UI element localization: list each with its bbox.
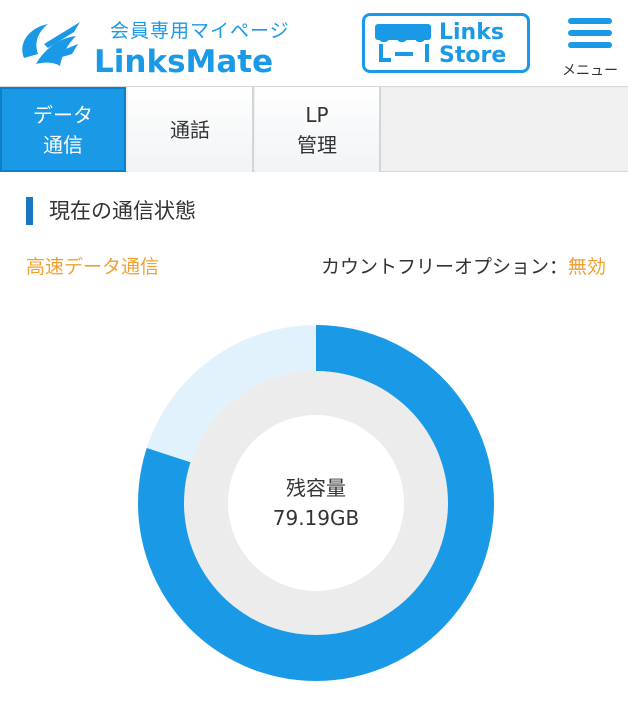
tab-lp-label-2: 管理 (297, 132, 337, 157)
remaining-value: 79.19GB (272, 506, 360, 530)
countfree-status: 無効 (567, 256, 606, 278)
remaining-label: 残容量 (286, 476, 346, 500)
tab-call-label: 通話 (170, 117, 210, 142)
hamburger-icon (568, 18, 612, 54)
section-title: 現在の通信状態 (26, 197, 196, 225)
tab-data[interactable]: データ 通信 (0, 87, 126, 172)
tab-lp[interactable]: LP 管理 (255, 87, 381, 172)
store-icon (375, 24, 431, 62)
header: 会員専用マイページ LinksMate Links Store メニュー (0, 0, 628, 86)
tab-lp-label-1: LP (305, 102, 329, 127)
links-store-button[interactable]: Links Store (362, 13, 530, 73)
menu-button[interactable]: メニュー (552, 14, 628, 80)
linksmate-logo[interactable]: 会員専用マイページ LinksMate (14, 10, 304, 80)
countfree-option: カウントフリーオプション：無効 (321, 252, 606, 279)
logo-brand: LinksMate (94, 44, 274, 80)
logo-subtitle: 会員専用マイページ (110, 20, 290, 42)
speed-mode-status: 高速データ通信 (26, 256, 160, 278)
tab-bar: データ 通信 通話 LP 管理 (0, 86, 628, 172)
donut-inner-hole (228, 415, 404, 591)
menu-label: メニュー (562, 63, 618, 79)
remaining-data-donut (138, 325, 494, 681)
tab-call[interactable]: 通話 (128, 87, 254, 172)
store-label-store: Store (439, 43, 507, 68)
linksmate-logo-icon (22, 22, 80, 66)
tab-data-label-2: 通信 (43, 132, 83, 157)
countfree-label: カウントフリーオプション： (320, 256, 568, 278)
store-label-links: Links (439, 20, 504, 45)
tab-data-label-1: データ (33, 102, 93, 127)
